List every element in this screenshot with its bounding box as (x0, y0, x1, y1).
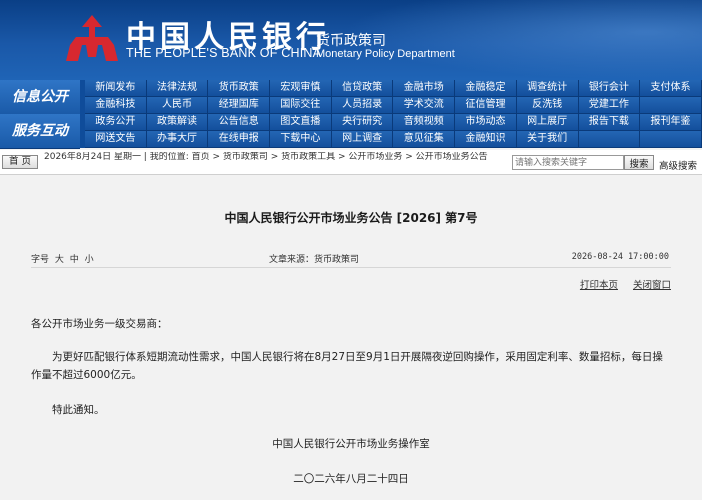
nav-link[interactable]: 市场动态 (455, 114, 517, 131)
nav-link-empty (640, 131, 702, 148)
search-button[interactable]: 搜索 (624, 155, 654, 170)
nav-link[interactable]: 政策解读 (146, 114, 209, 131)
nav-link[interactable]: 图文直播 (270, 114, 332, 131)
nav-grid-service: 政务公开 政策解读 公告信息 图文直播 央行研究 音频视频 市场动态 网上展厅 … (85, 114, 702, 148)
nav-link[interactable]: 金融稳定 (455, 80, 517, 97)
nav-link[interactable]: 支付体系 (640, 80, 702, 97)
nav-link[interactable]: 征信管理 (455, 97, 517, 114)
nav-link[interactable]: 经理国库 (208, 97, 271, 114)
article-closing: 特此通知。 (52, 404, 105, 416)
header-decoration (342, 0, 702, 80)
nav-link[interactable]: 在线申报 (208, 131, 271, 148)
search-input[interactable] (512, 155, 624, 170)
nav-link[interactable]: 报告下载 (578, 114, 641, 131)
nav-link[interactable]: 政务公开 (85, 114, 147, 131)
main-navigation: 信息公开 服务互动 新闻发布 法律法规 货币政策 宏观审慎 信贷政策 金融市场 … (0, 80, 702, 149)
site-header: 中国人民银行 THE PEOPLE'S BANK OF CHINA 货币政策司 … (0, 0, 702, 80)
nav-link[interactable]: 党建工作 (578, 97, 641, 114)
font-size-medium-button[interactable]: 中 (70, 255, 79, 265)
nav-link[interactable]: 下载中心 (270, 131, 332, 148)
nav-link[interactable]: 关于我们 (516, 131, 579, 148)
site-title-english: THE PEOPLE'S BANK OF CHINA (126, 46, 322, 60)
nav-link[interactable]: 宏观审慎 (270, 80, 332, 97)
nav-link[interactable]: 网上展厅 (516, 114, 579, 131)
nav-link[interactable]: 办事大厅 (146, 131, 209, 148)
advanced-search-link[interactable]: 高级搜索 (659, 158, 697, 172)
article-date: 二〇二六年八月二十四日 (293, 473, 409, 485)
article-tools: 打印本页 关闭窗口 (568, 277, 671, 291)
nav-link[interactable]: 新闻发布 (85, 80, 147, 97)
nav-link[interactable]: 人员招录 (331, 97, 394, 114)
article-timestamp: 2026-08-24 17:00:00 (571, 252, 669, 262)
nav-grid-info: 新闻发布 法律法规 货币政策 宏观审慎 信贷政策 金融市场 金融稳定 调查统计 … (85, 80, 702, 114)
article-signature: 中国人民银行公开市场业务操作室 (272, 438, 430, 450)
nav-link-empty (578, 131, 641, 148)
article-salutation: 各公开市场业务一级交易商： (31, 318, 168, 330)
nav-link[interactable]: 金融市场 (393, 80, 456, 97)
nav-link[interactable]: 反洗钱 (516, 97, 579, 114)
nav-link[interactable]: 报刊年鉴 (640, 114, 702, 131)
close-window-link[interactable]: 关闭窗口 (633, 280, 671, 291)
nav-link-empty (640, 97, 702, 114)
article-title: 中国人民银行公开市场业务公告 [2026] 第7号 (224, 211, 478, 225)
breadcrumb[interactable]: 2026年8月24日 星期一 | 我的位置: 首页 > 货币政策司 > 货币政策… (44, 152, 510, 174)
nav-link[interactable]: 网上调查 (331, 131, 394, 148)
breadcrumb-bar: 首 页 2026年8月24日 星期一 | 我的位置: 首页 > 货币政策司 > … (0, 150, 702, 175)
home-button[interactable]: 首 页 (2, 155, 38, 169)
article-source: 文章来源：货币政策司 (269, 255, 360, 265)
nav-link[interactable]: 音频视频 (393, 114, 456, 131)
nav-section-info-public: 信息公开 (0, 80, 80, 115)
nav-link[interactable]: 货币政策 (208, 80, 271, 97)
nav-section-service: 服务互动 (0, 114, 80, 149)
nav-link[interactable]: 信贷政策 (331, 80, 394, 97)
font-size-large-button[interactable]: 大 (55, 255, 64, 265)
department-name-chinese: 货币政策司 (316, 32, 386, 48)
nav-link[interactable]: 法律法规 (146, 80, 209, 97)
pboc-logo-icon[interactable] (66, 13, 118, 65)
nav-link[interactable]: 央行研究 (331, 114, 394, 131)
print-page-link[interactable]: 打印本页 (580, 280, 618, 291)
font-size-small-button[interactable]: 小 (85, 255, 94, 265)
nav-link[interactable]: 公告信息 (208, 114, 271, 131)
nav-link[interactable]: 网送文告 (85, 131, 147, 148)
nav-link[interactable]: 金融科技 (85, 97, 147, 114)
nav-link[interactable]: 学术交流 (393, 97, 456, 114)
nav-link[interactable]: 国际交往 (270, 97, 332, 114)
font-size-control: 字号 大 中 小 (31, 252, 97, 265)
article-meta: 字号 大 中 小 文章来源：货币政策司 2026-08-24 17:00:00 (31, 252, 671, 268)
nav-link[interactable]: 金融知识 (455, 131, 517, 148)
font-size-label: 字号 (31, 255, 50, 265)
nav-link[interactable]: 意见征集 (393, 131, 456, 148)
article-body: 为更好匹配银行体系短期流动性需求，中国人民银行将在8月27日至9月1日开展隔夜逆… (31, 351, 663, 381)
nav-link[interactable]: 人民币 (146, 97, 209, 114)
department-name-english: Monetary Policy Department (316, 48, 455, 60)
nav-link[interactable]: 调查统计 (516, 80, 579, 97)
nav-link[interactable]: 银行会计 (578, 80, 641, 97)
